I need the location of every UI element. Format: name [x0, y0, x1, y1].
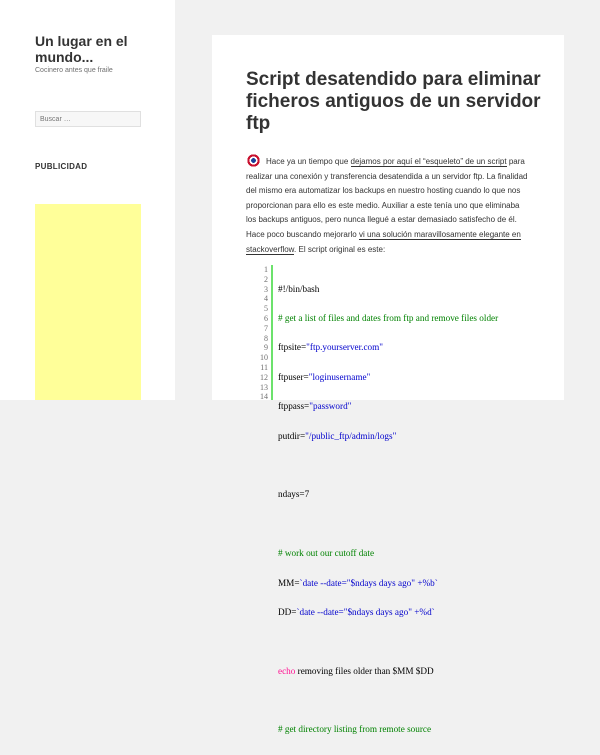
- code-line: putdir="/public_ftp/admin/logs": [278, 430, 397, 441]
- search-input[interactable]: [35, 111, 141, 127]
- line-number: 1: [264, 265, 268, 274]
- line-number: 7: [264, 323, 268, 333]
- line-numbers: 1 2 3 4 5 6 7 8 9 10 11 12 13 14: [256, 265, 268, 402]
- code-line: # work out our cutoff date: [278, 548, 375, 559]
- line-number: 6: [264, 313, 268, 323]
- captain-america-shield-icon: [246, 153, 261, 168]
- body-text-2: para realizar una conexión y transferenc…: [246, 157, 528, 239]
- line-number: 14: [260, 392, 268, 402]
- code-line: ftppass="password": [278, 401, 352, 412]
- code-line: ftpsite="ftp.yourserver.com": [278, 342, 384, 353]
- site-title[interactable]: Un lugar en el mundo...: [35, 33, 155, 65]
- code-line: ftpuser="loginusername": [278, 371, 371, 382]
- code-line: MM=`date --date="$ndays days ago" +%b`: [278, 577, 438, 588]
- line-number: 2: [264, 274, 268, 284]
- line-number: 3: [264, 284, 268, 294]
- code-line: echo removing files older than $MM $DD: [278, 665, 434, 676]
- line-number: 12: [260, 372, 268, 382]
- line-number: 4: [264, 294, 268, 304]
- line-number: 13: [260, 382, 268, 392]
- widget-title: PUBLICIDAD: [35, 162, 88, 171]
- line-number: 8: [264, 333, 268, 343]
- code-line: # get directory listing from remote sour…: [278, 724, 432, 735]
- line-number: 5: [264, 304, 268, 314]
- sidebar: Un lugar en el mundo... Cocinero antes q…: [0, 0, 175, 400]
- line-number: 9: [264, 343, 268, 353]
- code-lines: #!/bin/bash # get a list of files and da…: [278, 265, 498, 755]
- code-line: ndays=7: [278, 489, 310, 500]
- post-title: Script desatendido para eliminar fichero…: [246, 69, 541, 134]
- post-body: Hace ya un tiempo que dejamos por aquí e…: [246, 153, 531, 257]
- code-block[interactable]: 1 2 3 4 5 6 7 8 9 10 11 12 13 14 #!/bin/…: [256, 265, 536, 734]
- code-line: # get a list of files and dates from ftp…: [278, 312, 499, 323]
- code-line: DD=`date --date="$ndays days ago" +%d`: [278, 606, 435, 617]
- body-text-1: Hace ya un tiempo que: [266, 157, 351, 166]
- line-number: 11: [260, 362, 268, 372]
- body-text-3: . El script original es este:: [294, 244, 386, 254]
- line-number: 10: [260, 353, 268, 363]
- article: Script desatendido para eliminar fichero…: [212, 35, 564, 734]
- code-gutter-bar: [271, 265, 273, 400]
- code-line: #!/bin/bash: [278, 283, 320, 294]
- site-description: Cocinero antes que fraile: [35, 67, 113, 74]
- ad-banner[interactable]: [35, 204, 141, 400]
- skeleton-script-link[interactable]: dejamos por aquí el “esqueleto” de un sc…: [350, 157, 507, 167]
